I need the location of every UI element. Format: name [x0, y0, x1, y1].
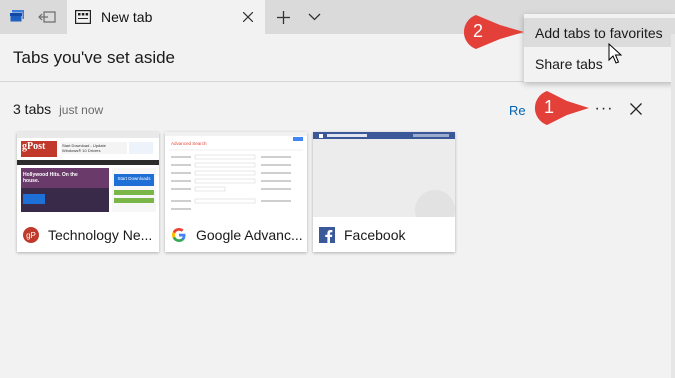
svg-text:gP: gP — [26, 231, 36, 240]
card-title: Google Advanc... — [196, 226, 303, 243]
close-tab-icon[interactable] — [239, 8, 257, 26]
thumb-headline: Start Download - Update Windows® 10 Driv… — [62, 143, 106, 153]
tab-title: New tab — [101, 9, 153, 25]
page-thumbnail: gPost Start Download - Update Windows® 1… — [17, 132, 159, 217]
groovypost-icon: gP — [23, 226, 39, 243]
group-count: 3 tabs — [13, 101, 52, 117]
facebook-icon — [319, 226, 335, 243]
group-time: just now — [59, 103, 104, 117]
thumb-heading: Advanced Search — [171, 141, 207, 146]
card-footer: Google Advanc... — [165, 217, 307, 252]
page-thumbnail: Advanced Search — [165, 132, 307, 217]
callout-number: 1 — [543, 97, 554, 117]
restore-tabs-link[interactable]: Re — [509, 103, 526, 118]
card-footer: gP Technology Ne... — [17, 217, 159, 252]
callout-number: 2 — [472, 21, 483, 41]
more-options-menu: Add tabs to favorites Share tabs — [524, 14, 675, 82]
menu-item-share-tabs[interactable]: Share tabs — [524, 49, 675, 78]
thumb-ad-text: Start Downloads — [117, 176, 151, 181]
chevron-down-icon[interactable] — [302, 0, 326, 34]
remove-group-close-icon[interactable] — [624, 96, 648, 122]
card-footer: Facebook — [313, 217, 455, 252]
tab-new-tab[interactable]: New tab — [67, 0, 265, 34]
tab-card-technology-news[interactable]: gPost Start Download - Update Windows® 1… — [17, 132, 159, 252]
tab-card-facebook[interactable]: Facebook — [313, 132, 455, 252]
card-title: Facebook — [344, 226, 406, 243]
group-header: 3 tabs just now — [13, 101, 103, 117]
mouse-cursor-icon — [608, 42, 623, 70]
card-title: Technology Ne... — [48, 226, 153, 243]
tabs-aside-icon[interactable] — [6, 0, 28, 34]
set-tabs-aside-icon[interactable] — [36, 0, 58, 34]
more-options-button[interactable]: ··· — [590, 96, 618, 122]
page-thumbnail — [313, 132, 455, 217]
callout-1: 1 — [527, 89, 589, 134]
menu-item-add-tabs-to-favorites[interactable]: Add tabs to favorites — [524, 18, 675, 47]
tab-card-google-advanced[interactable]: Advanced Search Google Advanc... — [165, 132, 307, 252]
panel-title: Tabs you've set aside — [13, 48, 176, 67]
new-tab-page-icon — [75, 10, 91, 24]
callout-2: 2 — [456, 13, 526, 58]
thumb-promo-text: Hollywood Hits. On the house. — [23, 172, 78, 184]
google-icon — [171, 227, 187, 243]
tabs-aside-panel: Tabs you've set aside 3 tabs just now Re… — [0, 34, 675, 378]
scrollbar[interactable] — [671, 34, 675, 378]
menu-item-label: Add tabs to favorites — [535, 24, 663, 41]
menu-item-label: Share tabs — [535, 55, 603, 72]
thumb-logo-text: gPost — [22, 141, 46, 152]
new-tab-plus-icon[interactable] — [270, 0, 296, 34]
